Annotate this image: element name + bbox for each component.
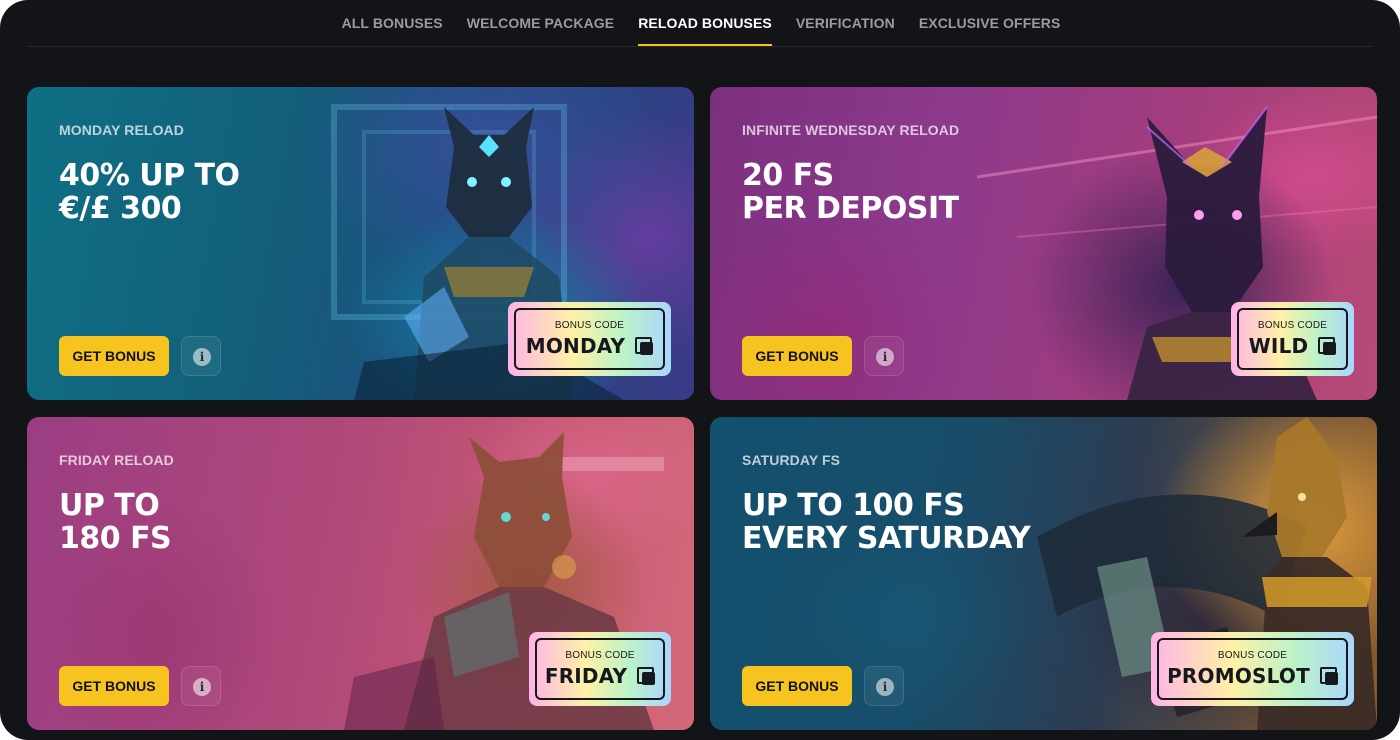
- bonus-code-label: BONUS CODE: [1217, 650, 1288, 661]
- bonus-code-inner: BONUS CODE MONDAY: [514, 308, 665, 370]
- tab-verification[interactable]: VERIFICATION: [796, 0, 895, 46]
- bonus-code-label: BONUS CODE: [1257, 320, 1328, 331]
- bonus-code-value: MONDAY: [525, 334, 626, 358]
- bonus-headline: 20 FS PER DEPOSIT: [742, 159, 959, 225]
- get-bonus-button[interactable]: GET BONUS: [742, 666, 852, 706]
- bonus-code-inner: BONUS CODE FRIDAY: [535, 638, 665, 700]
- bonus-eyebrow: SATURDAY FS: [742, 452, 841, 468]
- bonus-code-row: MONDAY: [526, 334, 654, 358]
- bonus-code-row: FRIDAY: [544, 664, 656, 688]
- tab-exclusive-offers[interactable]: EXCLUSIVE OFFERS: [919, 0, 1061, 46]
- bonus-code-box[interactable]: BONUS CODE FRIDAY: [529, 632, 671, 706]
- info-icon: i: [876, 348, 894, 366]
- bonus-code-value: PROMOSLOT: [1167, 664, 1310, 688]
- headline-line-2: €/£ 300: [59, 191, 182, 226]
- bonuses-page: ALL BONUSES WELCOME PACKAGE RELOAD BONUS…: [0, 0, 1400, 740]
- bonus-card-monday: MONDAY RELOAD 40% UP TO €/£ 300 GET BONU…: [27, 87, 694, 400]
- tab-all-bonuses[interactable]: ALL BONUSES: [342, 0, 443, 46]
- info-button[interactable]: i: [181, 666, 221, 706]
- bonus-code-row: PROMOSLOT: [1167, 664, 1338, 688]
- bonus-code-value: WILD: [1248, 334, 1309, 358]
- get-bonus-button[interactable]: GET BONUS: [742, 336, 852, 376]
- info-button[interactable]: i: [864, 336, 904, 376]
- bonus-card-friday: FRIDAY RELOAD UP TO 180 FS GET BONUS i B…: [27, 417, 694, 730]
- bonus-headline: UP TO 180 FS: [59, 488, 172, 556]
- bonus-eyebrow: INFINITE WEDNESDAY RELOAD: [742, 122, 960, 138]
- copy-icon[interactable]: [1319, 667, 1338, 685]
- info-button[interactable]: i: [864, 666, 904, 706]
- bonus-code-box[interactable]: BONUS CODE WILD: [1231, 302, 1354, 376]
- bonus-code-label: BONUS CODE: [554, 320, 625, 331]
- bonus-card-saturday: SATURDAY FS UP TO 100 FS EVERY SATURDAY …: [710, 417, 1377, 730]
- tabs-divider: [27, 46, 1373, 47]
- headline-line-2: 180 FS: [59, 521, 172, 556]
- info-icon: i: [193, 348, 211, 366]
- copy-icon[interactable]: [1318, 337, 1337, 355]
- bonus-headline: 40% UP TO €/£ 300: [59, 159, 240, 225]
- tab-reload-bonuses[interactable]: RELOAD BONUSES: [638, 0, 772, 46]
- bonus-code-row: WILD: [1249, 334, 1337, 358]
- copy-icon[interactable]: [635, 337, 654, 355]
- tab-welcome-package[interactable]: WELCOME PACKAGE: [467, 0, 614, 46]
- info-icon: i: [876, 678, 894, 696]
- bonus-code-box[interactable]: BONUS CODE MONDAY: [508, 302, 671, 376]
- bonus-code-inner: BONUS CODE PROMOSLOT: [1157, 638, 1348, 700]
- bonus-code-label: BONUS CODE: [565, 650, 635, 661]
- headline-line-1: UP TO: [59, 488, 160, 523]
- get-bonus-button[interactable]: GET BONUS: [59, 666, 169, 706]
- bonus-card-wednesday: INFINITE WEDNESDAY RELOAD 20 FS PER DEPO…: [710, 87, 1377, 400]
- bonus-code-inner: BONUS CODE WILD: [1237, 308, 1348, 370]
- bonus-code-value: FRIDAY: [544, 664, 628, 688]
- info-icon: i: [193, 678, 211, 696]
- headline-line-2: PER DEPOSIT: [742, 191, 959, 226]
- headline-line-1: UP TO 100 FS: [742, 488, 965, 523]
- bonus-code-box[interactable]: BONUS CODE PROMOSLOT: [1151, 632, 1354, 706]
- headline-line-1: 20 FS: [742, 158, 834, 193]
- bonus-tabs: ALL BONUSES WELCOME PACKAGE RELOAD BONUS…: [0, 0, 1400, 46]
- get-bonus-button[interactable]: GET BONUS: [59, 336, 169, 376]
- bonus-headline: UP TO 100 FS EVERY SATURDAY: [742, 488, 1031, 556]
- info-button[interactable]: i: [181, 336, 221, 376]
- bonus-eyebrow: MONDAY RELOAD: [59, 122, 184, 138]
- headline-line-2: EVERY SATURDAY: [742, 521, 1031, 556]
- copy-icon[interactable]: [637, 667, 656, 685]
- headline-line-1: 40% UP TO: [59, 158, 240, 193]
- bonus-eyebrow: FRIDAY RELOAD: [59, 452, 174, 468]
